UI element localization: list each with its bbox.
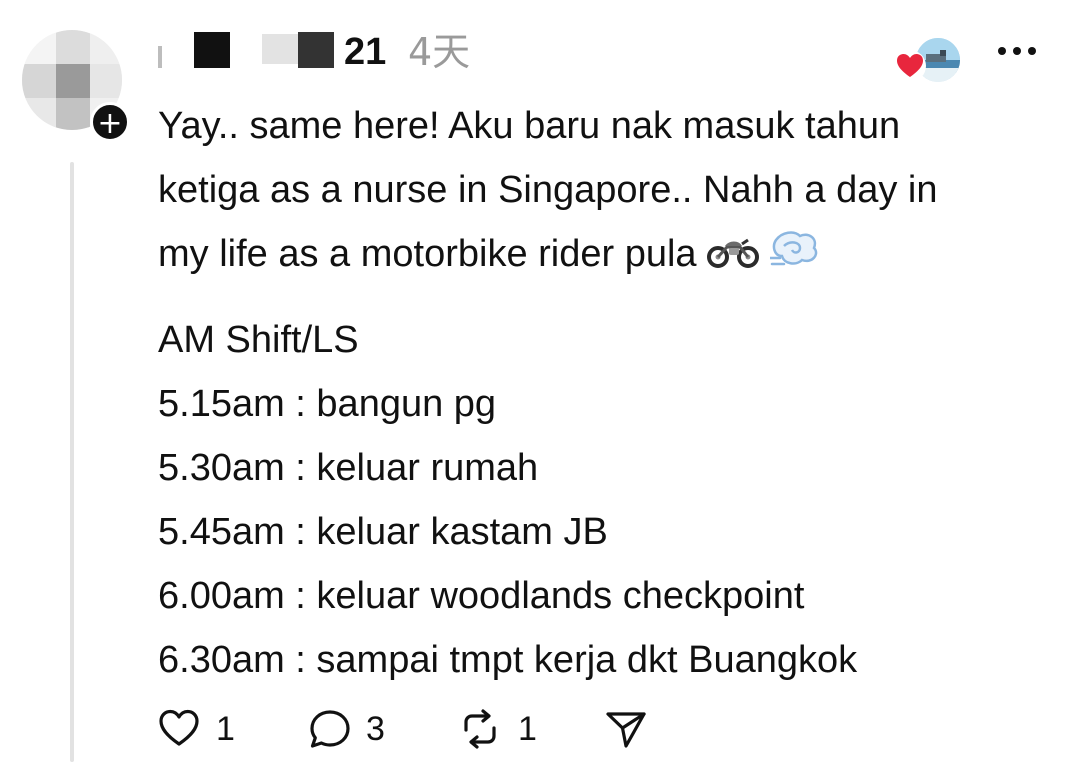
- motorcycle-icon: [707, 224, 760, 288]
- share-button[interactable]: [604, 700, 654, 756]
- redaction-block: [158, 46, 162, 68]
- reply-button[interactable]: 3: [308, 700, 398, 756]
- repost-icon: [464, 709, 496, 749]
- avatar-pixel: [56, 98, 90, 130]
- redaction-block: [298, 32, 334, 68]
- schedule-line: 6.00am : keluar woodlands checkpoint: [158, 575, 805, 617]
- like-button[interactable]: 1: [158, 700, 238, 756]
- schedule-line: 5.45am : keluar kastam JB: [158, 511, 608, 553]
- like-count: 1: [216, 710, 235, 748]
- avatar-pixel: [56, 30, 90, 64]
- post-time: 4天: [408, 30, 471, 74]
- send-icon: [606, 712, 646, 748]
- avatar-pixel: [22, 30, 56, 64]
- schedule-line: 5.15am : bangun pg: [158, 383, 497, 425]
- post-text-line: ketiga as a nurse in Singapore.. Nahh a …: [158, 169, 938, 211]
- comment-icon: [310, 710, 350, 748]
- post-paragraph: Yay.. same here! Aku baru nak masuk tahu…: [158, 94, 1058, 286]
- username-text: 21: [344, 31, 387, 73]
- repost-count: 1: [518, 710, 537, 748]
- schedule-line: 5.30am : keluar rumah: [158, 447, 539, 489]
- redaction-block: [194, 32, 230, 68]
- author-username[interactable]: 21: [158, 28, 398, 76]
- dash-icon: [768, 224, 820, 288]
- thread-post: + 21 4天 Yay.. same here! Aku baru nak ma…: [0, 0, 1080, 769]
- post-text: my life as a motorbike rider pula: [158, 233, 697, 275]
- avatar-pixel: [56, 64, 90, 98]
- action-bar: 1 3 1: [158, 700, 698, 756]
- avatar-pixel: [22, 98, 56, 130]
- avatar-pixel: [22, 64, 56, 98]
- avatar-pixel: [90, 64, 122, 98]
- liked-by-indicator[interactable]: [894, 36, 964, 84]
- more-dot: [1013, 47, 1021, 55]
- repost-button[interactable]: 1: [458, 700, 548, 756]
- heart-icon: [894, 50, 926, 82]
- schedule-line: AM Shift/LS: [158, 319, 359, 361]
- heart-outline-icon: [159, 709, 199, 746]
- author-avatar[interactable]: +: [22, 30, 130, 142]
- post-body: Yay.. same here! Aku baru nak masuk tahu…: [158, 94, 1058, 692]
- thread-line: [70, 162, 74, 762]
- post-text-line: Yay.. same here! Aku baru nak masuk tahu…: [158, 105, 901, 147]
- post-schedule: AM Shift/LS 5.15am : bangun pg 5.30am : …: [158, 308, 1058, 692]
- redaction-block: [262, 34, 298, 64]
- more-dot: [998, 47, 1006, 55]
- reply-count: 3: [366, 710, 385, 748]
- schedule-line: 6.30am : sampai tmpt kerja dkt Buangkok: [158, 639, 858, 681]
- more-icon[interactable]: [994, 36, 1040, 66]
- more-dot: [1028, 47, 1036, 55]
- follow-plus-icon[interactable]: +: [90, 102, 130, 142]
- avatar-pixel: [90, 30, 122, 64]
- post-text-line-last: my life as a motorbike rider pula: [158, 222, 1058, 286]
